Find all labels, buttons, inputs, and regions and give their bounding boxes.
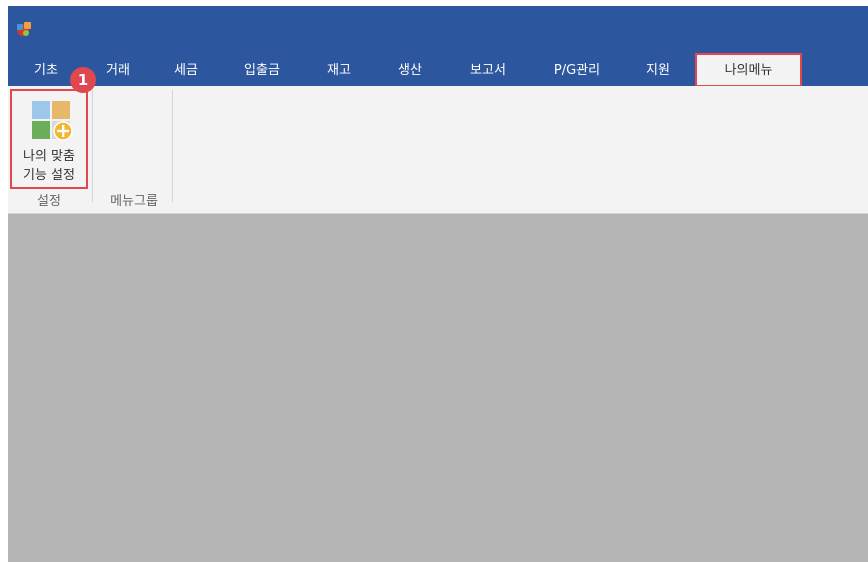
ribbon-panel: 나의 맞춤 기능 설정 설정 메뉴그룹 — [8, 86, 868, 214]
tab-basic[interactable]: 기초 — [26, 60, 66, 84]
tab-support[interactable]: 지원 — [638, 60, 678, 84]
custom-function-settings-button[interactable]: 나의 맞춤 기능 설정 — [10, 89, 88, 189]
tab-pg-management[interactable]: P/G관리 — [542, 60, 612, 84]
workspace-area — [8, 214, 868, 562]
button-label: 나의 맞춤 기능 설정 — [12, 147, 86, 185]
app-window: 기초 거래 세금 입출금 재고 생산 보고서 P/G관리 지원 나의메뉴 나의 … — [8, 6, 868, 562]
tab-transaction[interactable]: 거래 — [98, 60, 138, 84]
group-divider — [172, 90, 173, 202]
tab-production[interactable]: 생산 — [390, 60, 430, 84]
title-bar — [8, 6, 868, 57]
app-logo-icon[interactable] — [15, 20, 33, 38]
step-badge: 1 — [70, 67, 96, 93]
group-divider — [92, 90, 93, 202]
tab-deposit-withdrawal[interactable]: 입출금 — [236, 60, 288, 84]
group-label-settings: 설정 — [37, 194, 61, 209]
menu-tab-bar: 기초 거래 세금 입출금 재고 생산 보고서 P/G관리 지원 나의메뉴 — [8, 53, 868, 87]
grid-add-icon — [32, 101, 73, 141]
tab-tax[interactable]: 세금 — [166, 60, 206, 84]
tab-my-menu[interactable]: 나의메뉴 — [695, 53, 802, 87]
button-label-line1: 나의 맞춤 — [23, 149, 75, 164]
group-label-menu-group: 메뉴그룹 — [110, 194, 158, 209]
tab-inventory[interactable]: 재고 — [319, 60, 359, 84]
tab-reports[interactable]: 보고서 — [458, 60, 518, 84]
button-label-line2: 기능 설정 — [23, 168, 75, 183]
